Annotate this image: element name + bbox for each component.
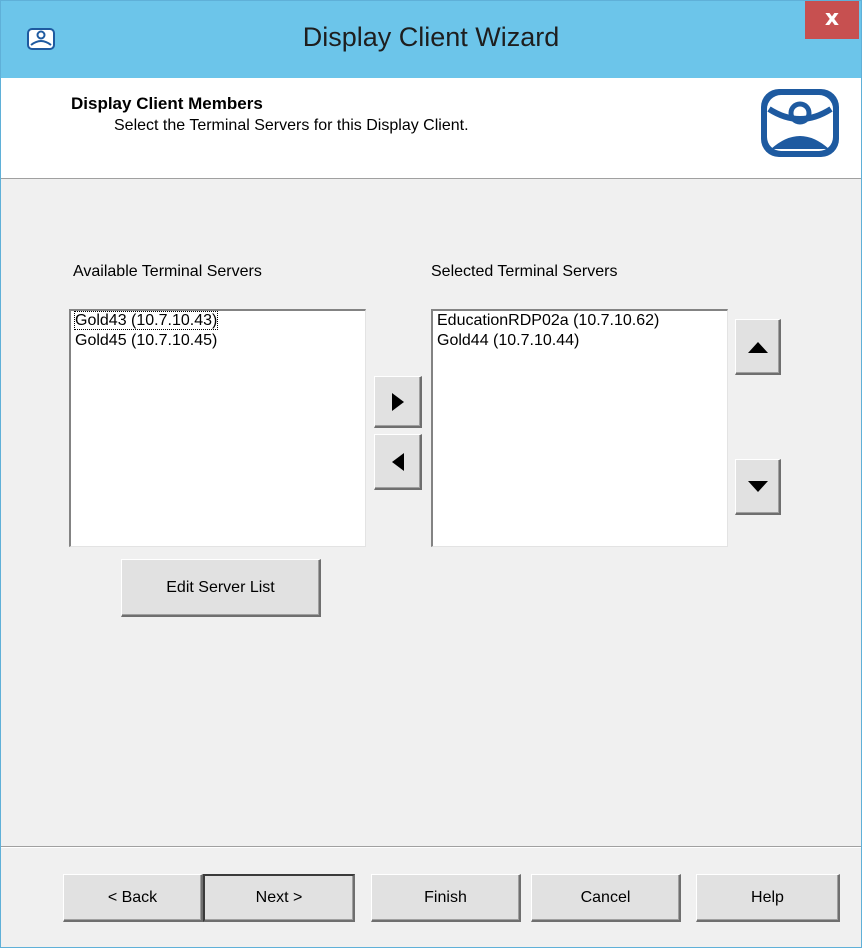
cancel-button[interactable]: Cancel (531, 874, 681, 922)
next-button[interactable]: Next > (203, 874, 355, 922)
triangle-right-icon (391, 392, 404, 411)
available-servers-label: Available Terminal Servers (73, 263, 262, 280)
triangle-left-icon (391, 452, 404, 471)
thinmanager-logo (761, 89, 839, 157)
available-servers-list[interactable]: Gold43 (10.7.10.43) Gold45 (10.7.10.45) (69, 309, 366, 547)
edit-server-list-button[interactable]: Edit Server List (121, 559, 321, 617)
title-bar[interactable]: Display Client Wizard x (1, 1, 861, 78)
close-button[interactable]: x (805, 1, 859, 39)
selected-servers-label: Selected Terminal Servers (431, 263, 618, 280)
triangle-up-icon (747, 341, 768, 353)
wizard-header: Display Client Members Select the Termin… (1, 78, 861, 179)
page-subtitle: Select the Terminal Servers for this Dis… (114, 117, 469, 134)
list-item[interactable]: Gold43 (10.7.10.43) (71, 311, 365, 331)
page-title: Display Client Members (71, 94, 263, 113)
list-item-label: EducationRDP02a (10.7.10.62) (437, 312, 660, 329)
footer-divider (1, 846, 861, 848)
move-up-button[interactable] (735, 319, 781, 375)
remove-server-button[interactable] (374, 434, 422, 490)
list-item-label: Gold44 (10.7.10.44) (437, 332, 580, 349)
wizard-window: Display Client Wizard x Display Client M… (0, 0, 862, 948)
list-item[interactable]: EducationRDP02a (10.7.10.62) (433, 311, 727, 331)
list-item-label: Gold43 (10.7.10.43) (73, 311, 219, 330)
move-down-button[interactable] (735, 459, 781, 515)
triangle-down-icon (747, 480, 768, 492)
add-server-button[interactable] (374, 376, 422, 428)
list-item-label: Gold45 (10.7.10.45) (75, 332, 218, 349)
back-button[interactable]: < Back (63, 874, 203, 922)
list-item[interactable]: Gold44 (10.7.10.44) (433, 331, 727, 351)
list-item[interactable]: Gold45 (10.7.10.45) (71, 331, 365, 351)
window-title: Display Client Wizard (302, 22, 560, 52)
finish-button[interactable]: Finish (371, 874, 521, 922)
selected-servers-list[interactable]: EducationRDP02a (10.7.10.62) Gold44 (10.… (431, 309, 728, 547)
help-button[interactable]: Help (696, 874, 840, 922)
